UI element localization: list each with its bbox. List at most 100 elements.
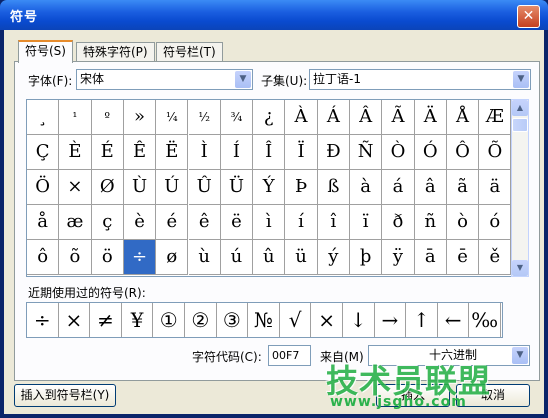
symbol-cell[interactable]: Ñ: [350, 135, 383, 170]
symbol-cell[interactable]: ì: [253, 205, 286, 240]
symbol-cell[interactable]: î: [317, 205, 350, 240]
chevron-down-icon[interactable]: ▼: [512, 347, 528, 364]
symbol-cell[interactable]: º: [91, 100, 124, 135]
symbol-cell[interactable]: Ê: [123, 135, 157, 170]
chevron-down-icon[interactable]: ▼: [235, 71, 251, 88]
symbol-cell[interactable]: û: [253, 240, 286, 275]
symbol-cell[interactable]: ð: [382, 205, 415, 240]
symbol-cell[interactable]: Ú: [156, 170, 189, 205]
symbol-grid-scrollbar[interactable]: ▲ ▼: [511, 99, 529, 277]
symbol-cell[interactable]: Ô: [446, 135, 480, 170]
symbol-cell[interactable]: ã: [446, 170, 480, 205]
symbol-cell[interactable]: æ: [59, 205, 92, 240]
symbol-cell[interactable]: Ä: [414, 100, 447, 135]
char-code-input[interactable]: 00F7: [268, 345, 311, 366]
symbol-grid[interactable]: ¸ ¹ º» ¼ ½ ¾ ¿ À Á Â Ã Ä Å Æ Ç È É Ê Ë Ì Í Î Ï Ð Ñ Ò Ó Ô Õ Ö × Ø Ù Ú Û Ü Ý Þß…: [26, 99, 512, 277]
symbol-cell[interactable]: é: [156, 205, 189, 240]
symbol-cell[interactable]: Ï: [285, 135, 318, 170]
symbol-cell[interactable]: ¸: [27, 100, 60, 135]
symbol-cell[interactable]: Ý: [253, 170, 286, 205]
symbol-cell[interactable]: ¿: [253, 100, 286, 135]
symbol-cell[interactable]: Æ: [479, 100, 512, 135]
symbol-cell[interactable]: Ø: [91, 170, 124, 205]
tab-special-characters[interactable]: 特殊字符(P): [76, 42, 155, 61]
symbol-cell[interactable]: ñ: [414, 205, 447, 240]
symbol-cell[interactable]: è: [123, 205, 157, 240]
symbol-cell[interactable]: Á: [317, 100, 350, 135]
symbol-cell[interactable]: â: [414, 170, 447, 205]
scroll-up-icon[interactable]: ▲: [512, 100, 528, 116]
font-select[interactable]: 宋体 ▼: [76, 69, 253, 90]
symbol-cell[interactable]: Í: [220, 135, 254, 170]
symbol-cell[interactable]: Õ: [479, 135, 512, 170]
symbol-cell[interactable]: ï: [350, 205, 383, 240]
recent-symbol-cell[interactable]: ‰: [469, 303, 501, 337]
recent-symbol-cell[interactable]: ↑: [406, 303, 438, 337]
symbol-cell[interactable]: ¹: [59, 100, 92, 135]
symbol-cell[interactable]: þ: [350, 240, 383, 275]
recent-symbol-cell[interactable]: №: [248, 303, 280, 337]
symbol-cell[interactable]: ü: [285, 240, 318, 275]
symbol-cell[interactable]: È: [59, 135, 92, 170]
chevron-down-icon[interactable]: ▼: [513, 71, 529, 88]
symbol-cell[interactable]: Â: [350, 100, 383, 135]
recent-symbol-cell[interactable]: ↓: [343, 303, 375, 337]
symbol-cell[interactable]: Ð: [317, 135, 350, 170]
symbol-cell[interactable]: ó: [479, 205, 512, 240]
symbol-cell[interactable]: ô: [27, 240, 60, 275]
symbol-cell[interactable]: Î: [253, 135, 286, 170]
recent-symbol-cell[interactable]: ①: [153, 303, 185, 337]
insert-to-symbol-bar-button[interactable]: 插入到符号栏(Y): [14, 384, 116, 407]
symbol-cell[interactable]: À: [285, 100, 318, 135]
symbol-cell[interactable]: ě: [479, 240, 512, 275]
symbol-cell[interactable]: ë: [220, 205, 254, 240]
recent-symbol-cell[interactable]: √: [280, 303, 312, 337]
symbol-cell[interactable]: à: [350, 170, 383, 205]
symbol-cell[interactable]: Þ: [285, 170, 318, 205]
symbol-cell[interactable]: Ó: [414, 135, 447, 170]
symbol-cell[interactable]: ú: [220, 240, 254, 275]
symbol-cell[interactable]: Ì: [188, 135, 221, 170]
scroll-thumb[interactable]: [512, 118, 528, 132]
symbol-cell[interactable]: ê: [188, 205, 221, 240]
symbol-cell[interactable]: ā: [414, 240, 447, 275]
recent-symbol-cell[interactable]: ②: [185, 303, 217, 337]
recent-symbol-cell[interactable]: ←: [438, 303, 470, 337]
symbol-cell[interactable]: ×: [59, 170, 92, 205]
symbol-cell[interactable]: Ã: [382, 100, 415, 135]
symbol-cell[interactable]: Ù: [123, 170, 157, 205]
recent-symbol-cell[interactable]: →: [375, 303, 407, 337]
recent-symbol-cell[interactable]: ×: [59, 303, 91, 337]
symbol-cell[interactable]: å: [27, 205, 60, 240]
symbol-cell[interactable]: ù: [188, 240, 221, 275]
symbol-cell[interactable]: ß: [317, 170, 350, 205]
symbol-cell[interactable]: ö: [91, 240, 124, 275]
recent-symbol-cell[interactable]: ÷: [27, 303, 59, 337]
symbol-cell[interactable]: ò: [446, 205, 480, 240]
symbol-cell[interactable]: á: [382, 170, 415, 205]
symbol-cell[interactable]: Û: [188, 170, 221, 205]
recent-symbol-cell[interactable]: ≠: [90, 303, 122, 337]
title-bar[interactable]: 符号 ✕: [0, 0, 548, 30]
symbol-cell[interactable]: ç: [91, 205, 124, 240]
recent-symbol-cell[interactable]: ③: [217, 303, 249, 337]
symbol-cell[interactable]: Ò: [382, 135, 415, 170]
symbol-cell[interactable]: Ç: [27, 135, 60, 170]
recent-symbols-grid[interactable]: ÷ × ≠ ¥ ① ② ③ № √ × ↓ → ↑ ← ‰: [26, 302, 503, 338]
recent-symbol-cell[interactable]: ×: [311, 303, 343, 337]
symbol-cell[interactable]: ÿ: [382, 240, 415, 275]
symbol-cell[interactable]: ý: [317, 240, 350, 275]
symbol-cell[interactable]: ē: [446, 240, 480, 275]
symbol-cell[interactable]: ¼: [156, 100, 189, 135]
tab-symbols[interactable]: 符号(S): [18, 40, 73, 63]
symbol-cell[interactable]: ½: [188, 100, 221, 135]
symbol-cell[interactable]: ä: [479, 170, 512, 205]
symbol-cell[interactable]: Å: [446, 100, 480, 135]
symbol-cell[interactable]: É: [91, 135, 124, 170]
symbol-cell[interactable]: í: [285, 205, 318, 240]
tab-symbol-bar[interactable]: 符号栏(T): [156, 42, 223, 61]
symbol-cell[interactable]: õ: [59, 240, 92, 275]
close-button[interactable]: ✕: [517, 5, 540, 28]
symbol-cell[interactable]: »: [123, 100, 157, 135]
symbol-cell[interactable]: ÷: [123, 240, 157, 275]
